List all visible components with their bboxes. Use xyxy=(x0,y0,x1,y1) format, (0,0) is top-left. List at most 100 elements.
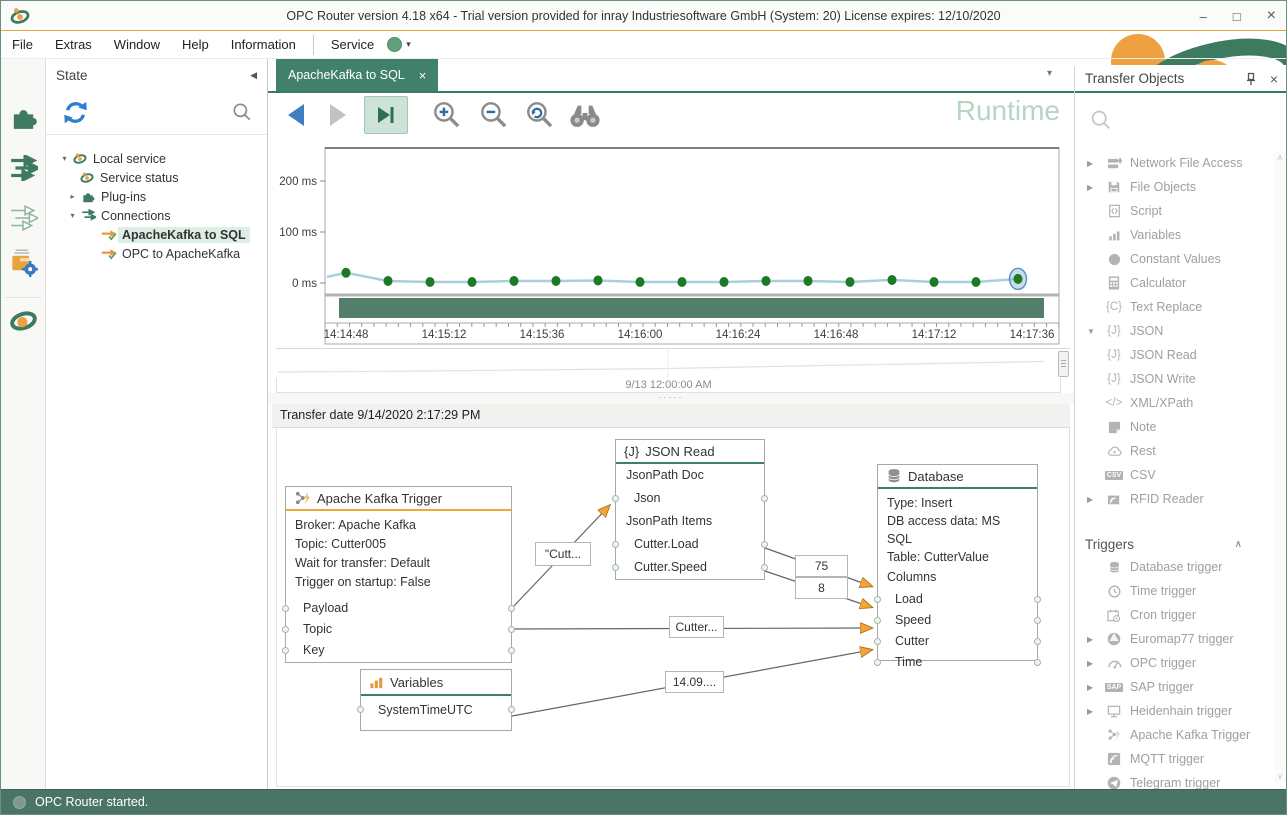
collapse-panel-icon[interactable]: ◀ xyxy=(250,70,257,81)
expand-icon[interactable]: ▶ xyxy=(1087,683,1098,692)
tab-list-dropdown-icon[interactable]: ▾ xyxy=(1047,68,1052,79)
object-rfid-reader[interactable]: ▶ RFID Reader xyxy=(1075,487,1274,511)
port-dot[interactable] xyxy=(282,647,289,654)
object-rest[interactable]: Rest xyxy=(1075,439,1274,463)
chart-overview-strip[interactable] xyxy=(276,348,1070,378)
trigger-opc[interactable]: ▶ OPC trigger xyxy=(1075,651,1274,675)
scroll-down-icon[interactable]: ∨ xyxy=(1277,772,1283,781)
expand-icon[interactable]: ▶ xyxy=(1087,495,1098,504)
transfer-objects-scrollbar[interactable]: ∧ ∨ xyxy=(1274,151,1286,783)
tree-item-apachekafka-to-sql[interactable]: ApacheKafka to SQL xyxy=(46,225,267,244)
menu-information[interactable]: Information xyxy=(220,31,307,59)
port-dot[interactable] xyxy=(612,564,619,571)
maximize-button[interactable]: □ xyxy=(1233,9,1241,24)
menu-service[interactable]: Service xyxy=(320,31,385,59)
port-speed[interactable]: Speed xyxy=(878,610,1037,631)
object-network-file-access[interactable]: ▶ Network File Access xyxy=(1075,151,1274,175)
tree-expander-icon[interactable]: ▾ xyxy=(58,154,71,163)
port-dot[interactable] xyxy=(282,626,289,633)
menu-window[interactable]: Window xyxy=(103,31,171,59)
tree-item-connections[interactable]: ▾ Connections xyxy=(46,206,267,225)
port-dot[interactable] xyxy=(1034,617,1041,624)
tab-apachekafka-to-sql[interactable]: ApacheKafka to SQL × xyxy=(276,59,438,91)
zoom-in-icon[interactable] xyxy=(431,99,463,131)
menu-help[interactable]: Help xyxy=(171,31,220,59)
port-dot[interactable] xyxy=(874,638,881,645)
step-back-button[interactable] xyxy=(288,104,304,126)
port-systemtimeutc[interactable]: SystemTimeUTC xyxy=(361,696,511,724)
opc-router-strip-logo[interactable] xyxy=(9,307,38,335)
zoom-out-icon[interactable] xyxy=(478,99,510,131)
refresh-icon[interactable] xyxy=(62,99,89,126)
port-cutter-load[interactable]: Cutter.Load xyxy=(616,533,764,556)
object-xml-xpath[interactable]: </> XML/XPath xyxy=(1075,391,1274,415)
service-status-indicator[interactable] xyxy=(387,37,402,52)
menu-extras[interactable]: Extras xyxy=(44,31,103,59)
project-store-icon[interactable] xyxy=(9,247,38,278)
port-dot[interactable] xyxy=(508,605,515,612)
port-dot[interactable] xyxy=(612,495,619,502)
jump-to-latest-button[interactable] xyxy=(364,96,408,134)
zoom-reset-icon[interactable] xyxy=(524,99,556,131)
expand-icon[interactable]: ▶ xyxy=(1087,707,1098,716)
port-dot[interactable] xyxy=(508,706,515,713)
port-dot[interactable] xyxy=(1034,638,1041,645)
trigger-apache-kafka[interactable]: Apache Kafka Trigger xyxy=(1075,723,1274,747)
close-button[interactable]: × xyxy=(1267,7,1276,25)
node-json-read[interactable]: {J} JSON Read JsonPath Doc Json JsonPath… xyxy=(615,439,765,580)
section-collapse-icon[interactable]: ∧ xyxy=(1235,539,1242,550)
object-csv[interactable]: CSV CSV xyxy=(1075,463,1274,487)
trigger-telegram[interactable]: Telegram trigger xyxy=(1075,771,1274,789)
port-key[interactable]: Key xyxy=(286,640,511,661)
trigger-database[interactable]: Database trigger xyxy=(1075,555,1274,579)
transfer-objects-search-icon[interactable] xyxy=(1089,108,1113,132)
tree-item-opc-to-apachekafka[interactable]: OPC to ApacheKafka xyxy=(46,244,267,263)
object-json-read[interactable]: {J} JSON Read xyxy=(1075,343,1274,367)
port-cutter[interactable]: Cutter xyxy=(878,631,1037,652)
object-json[interactable]: ▼ {J} JSON xyxy=(1075,319,1274,343)
object-note[interactable]: Note xyxy=(1075,415,1274,439)
tree-expander-icon[interactable]: ▸ xyxy=(66,192,79,201)
port-cutter-speed[interactable]: Cutter.Speed xyxy=(616,556,764,579)
port-payload[interactable]: Payload xyxy=(286,598,511,619)
object-script[interactable]: Script xyxy=(1075,199,1274,223)
connections-icon[interactable] xyxy=(9,155,38,181)
port-dot[interactable] xyxy=(761,495,768,502)
object-json-write[interactable]: {J} JSON Write xyxy=(1075,367,1274,391)
trigger-time[interactable]: Time trigger xyxy=(1075,579,1274,603)
port-time[interactable]: Time xyxy=(878,652,1037,673)
find-binoculars-icon[interactable] xyxy=(568,103,602,129)
scroll-up-icon[interactable]: ∧ xyxy=(1277,153,1283,162)
port-dot[interactable] xyxy=(1034,659,1041,666)
step-forward-button[interactable] xyxy=(330,104,346,126)
trigger-sap[interactable]: ▶ SAP SAP trigger xyxy=(1075,675,1274,699)
horizontal-splitter[interactable]: ····· xyxy=(268,393,1074,404)
port-dot[interactable] xyxy=(874,617,881,624)
port-dot[interactable] xyxy=(508,647,515,654)
collapse-icon[interactable]: ▼ xyxy=(1087,327,1098,336)
object-text-replace[interactable]: {C} Text Replace xyxy=(1075,295,1274,319)
port-dot[interactable] xyxy=(761,541,768,548)
object-file-objects[interactable]: ▶ File Objects xyxy=(1075,175,1274,199)
tree-item-local-service[interactable]: ▾ Local service xyxy=(46,149,267,168)
port-dot[interactable] xyxy=(874,659,881,666)
tree-item-service-status[interactable]: Service status xyxy=(46,168,267,187)
trigger-euromap77[interactable]: ▶ Euromap77 trigger xyxy=(1075,627,1274,651)
port-dot[interactable] xyxy=(357,706,364,713)
template-connections-icon[interactable] xyxy=(9,205,38,231)
expand-icon[interactable]: ▶ xyxy=(1087,659,1098,668)
object-constant-values[interactable]: Constant Values xyxy=(1075,247,1274,271)
tab-close-icon[interactable]: × xyxy=(419,68,427,83)
port-dot[interactable] xyxy=(874,596,881,603)
port-dot[interactable] xyxy=(508,626,515,633)
menu-file[interactable]: File xyxy=(1,31,44,59)
tree-item-plugins[interactable]: ▸ Plug-ins xyxy=(46,187,267,206)
port-dot[interactable] xyxy=(1034,596,1041,603)
node-apache-kafka-trigger[interactable]: Apache Kafka Trigger Broker: Apache Kafk… xyxy=(285,486,512,663)
object-calculator[interactable]: Calculator xyxy=(1075,271,1274,295)
trigger-heidenhain[interactable]: ▶ Heidenhain trigger xyxy=(1075,699,1274,723)
object-variables[interactable]: Variables xyxy=(1075,223,1274,247)
port-dot[interactable] xyxy=(612,541,619,548)
service-dropdown-caret[interactable]: ▾ xyxy=(406,39,411,50)
port-json[interactable]: Json xyxy=(616,487,764,510)
